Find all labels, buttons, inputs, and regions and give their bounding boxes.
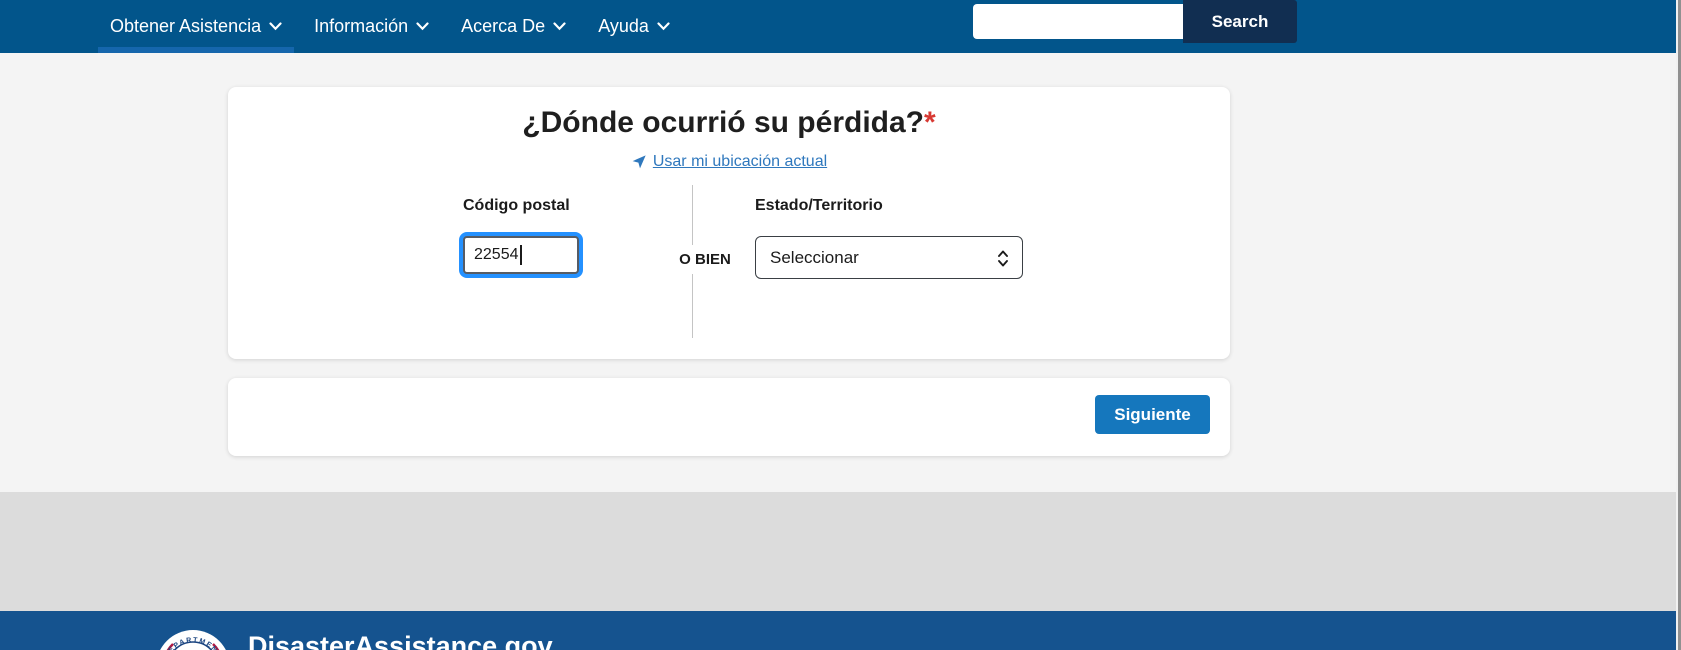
- site-name-link[interactable]: DisasterAssistance.gov: [248, 631, 553, 650]
- or-divider: O BIEN: [652, 185, 732, 338]
- required-asterisk: *: [924, 106, 936, 139]
- top-nav: Obtener Asistencia Información Acerca De…: [0, 0, 1681, 53]
- search-input[interactable]: [973, 4, 1183, 39]
- divider-line: [691, 185, 693, 245]
- zip-value: 22554: [474, 246, 519, 263]
- chevron-down-icon: [416, 22, 429, 31]
- nav-item-informacion[interactable]: Información: [298, 0, 445, 53]
- nav-item-label: Ayuda: [598, 16, 649, 36]
- state-select[interactable]: Seleccionar: [755, 236, 1023, 279]
- nav-menu: Obtener Asistencia Información Acerca De…: [94, 0, 686, 53]
- nav-item-label: Información: [314, 16, 409, 36]
- use-my-location-link[interactable]: Usar mi ubicación actual: [653, 153, 827, 171]
- vertical-scrollbar[interactable]: [1676, 0, 1681, 650]
- text-caret: [519, 245, 522, 265]
- zip-field: Código postal 22554: [463, 197, 579, 274]
- chevron-down-icon: [553, 22, 566, 31]
- or-label: O BIEN: [679, 251, 731, 268]
- dhs-seal-logo: DEPARTMENT: [160, 630, 226, 650]
- state-label: Estado/Territorio: [755, 197, 883, 214]
- nav-item-label: Acerca De: [461, 16, 546, 36]
- nav-item-label: Obtener Asistencia: [110, 16, 262, 36]
- state-field: Estado/Territorio Seleccionar: [755, 197, 1023, 279]
- page: Obtener Asistencia Información Acerca De…: [0, 0, 1681, 650]
- use-location-row: Usar mi ubicación actual: [228, 153, 1230, 171]
- footer-brand: DEPARTMENT DisasterAssistance.gov: [0, 611, 1681, 650]
- nav-item-acerca-de[interactable]: Acerca De: [445, 0, 582, 53]
- next-button[interactable]: Siguiente: [1095, 395, 1210, 434]
- footer-connect: Conectar con FEMA f: [0, 492, 1681, 611]
- loss-location-card: ¿Dónde ocurrió su pérdida?* Usar mi ubic…: [228, 87, 1230, 359]
- state-select-value: Seleccionar: [770, 247, 859, 267]
- location-arrow-icon: [632, 155, 646, 169]
- zip-input[interactable]: 22554: [463, 236, 579, 274]
- divider-line: [691, 274, 693, 338]
- actions-card: Siguiente: [228, 378, 1230, 456]
- chevron-down-icon: [269, 22, 282, 31]
- nav-item-ayuda[interactable]: Ayuda: [582, 0, 686, 53]
- zip-label: Código postal: [463, 197, 570, 214]
- page-title: ¿Dónde ocurrió su pérdida?*: [522, 106, 936, 139]
- search-button[interactable]: Search: [1183, 0, 1297, 43]
- chevron-down-icon: [657, 22, 670, 31]
- nav-item-obtener-asistencia[interactable]: Obtener Asistencia: [94, 0, 298, 53]
- select-stepper-icon: [998, 250, 1008, 267]
